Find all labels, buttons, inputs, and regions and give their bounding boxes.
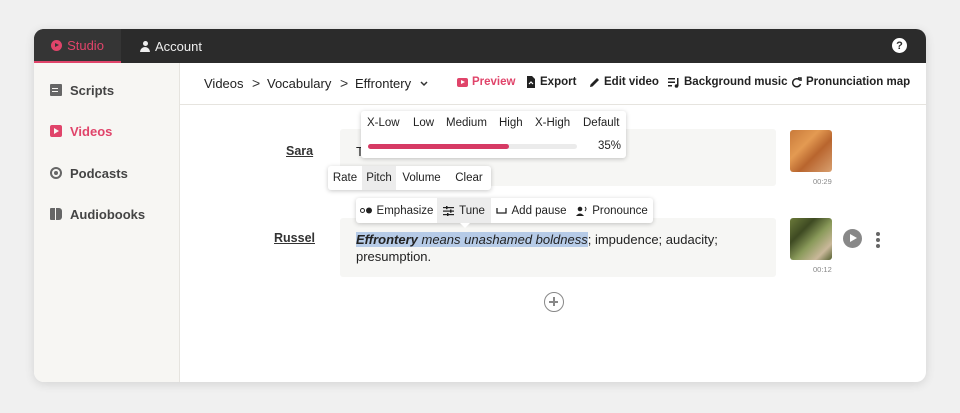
video-thumbnail-sara[interactable] [790,130,832,172]
tab-account[interactable]: Account [140,29,202,63]
sidebar: Scripts Videos Podcasts Audiobooks [34,63,180,382]
person-icon [140,40,150,52]
emphasize-label: Emphasize [376,204,434,217]
breadcrumb-vocabulary[interactable]: Vocabulary [267,76,331,91]
tab-clear[interactable]: Clear [447,166,491,190]
edit-video-label: Edit video [604,76,659,88]
sidebar-item-label: Scripts [70,82,115,98]
tab-pitch[interactable]: Pitch [362,166,396,190]
emphasize-button[interactable]: Emphasize [356,198,437,223]
sidebar-item-audiobooks[interactable]: Audiobooks [50,204,145,224]
podcast-icon [50,167,62,179]
sidebar-item-podcasts[interactable]: Podcasts [50,163,128,183]
tab-studio-label: Studio [67,37,104,53]
add-pause-label: Add pause [511,204,567,217]
selection-toolbar: Emphasize Tune Add pause Pronounce [356,198,653,223]
sidebar-item-label: Audiobooks [70,206,146,222]
sidebar-item-scripts[interactable]: Scripts [50,80,114,100]
sidebar-item-label: Podcasts [70,165,128,181]
sidebar-item-label: Videos [70,123,113,139]
pronunciation-map-label: Pronunciation map [806,76,911,88]
export-button[interactable]: Export [526,76,576,88]
duration-russel: 00:12 [813,265,832,274]
pronunciation-map-button[interactable]: Pronunciation map [791,76,910,88]
pronounce-button[interactable]: Pronounce [571,198,653,223]
play-icon[interactable] [843,229,862,248]
header-toolbar: Videos > Vocabulary > Effrontery Preview… [180,63,926,105]
refresh-icon [791,76,802,87]
duration-sara: 00:29 [813,177,832,186]
preview-label: Preview [472,76,516,88]
pitch-value: 35% [598,140,622,152]
background-music-button[interactable]: Background music [668,76,788,88]
tab-account-label: Account [155,38,202,54]
selected-text-bold: Effrontery [356,232,418,247]
selection-toolbar-caret [460,223,470,228]
question-circle-icon[interactable]: ? [892,38,907,53]
selected-text-italic: means unashamed boldness [417,232,588,247]
pronounce-label: Pronounce [592,204,648,217]
sidebar-item-videos[interactable]: Videos [50,121,112,141]
tune-label: Tune [459,204,485,217]
breadcrumb-videos[interactable]: Videos [204,76,244,91]
pencil-icon [590,77,599,87]
background-music-label: Background music [684,76,788,88]
preview-icon [457,77,468,87]
tune-tabs-popover: Rate Pitch Volume Clear [328,166,491,190]
pitch-slider-fill [368,144,510,149]
document-icon [50,84,62,96]
pitch-option-high[interactable]: High [499,117,523,129]
add-pause-button[interactable]: Add pause [491,198,571,223]
line-text-russel[interactable]: Effrontery means unashamed boldness; imp… [356,231,766,265]
pitch-level-popover: X-Low Low Medium High X-High Default 35% [361,111,626,158]
line-block-russel[interactable]: Effrontery means unashamed boldness; imp… [340,218,776,277]
tune-button[interactable]: Tune [437,198,491,223]
video-icon [50,125,62,137]
pitch-option-x-low[interactable]: X-Low [367,117,400,129]
studio-icon [51,39,63,51]
edit-video-button[interactable]: Edit video [589,76,659,88]
add-line-icon[interactable] [544,292,564,312]
tab-studio[interactable]: Studio [34,29,121,63]
pitch-option-x-high[interactable]: X-High [535,117,570,129]
top-bar: Studio Account ? [34,29,926,63]
video-thumbnail-russel[interactable] [790,218,832,260]
pitch-option-default[interactable]: Default [583,117,619,129]
tab-rate[interactable]: Rate [328,166,362,190]
breadcrumb-separator: > [340,75,349,91]
chevron-down-icon[interactable] [420,81,428,87]
speaking-person-icon [576,206,587,216]
preview-button[interactable]: Preview [457,76,515,88]
speaker-sara[interactable]: Sara [286,144,313,158]
sliders-icon [443,205,455,216]
speaker-russel[interactable]: Russel [274,231,315,245]
app-window: Studio Account ? Scripts Videos Podcasts… [34,29,926,382]
file-export-icon [527,76,535,88]
pitch-option-low[interactable]: Low [413,117,434,129]
selected-text[interactable]: Effrontery means unashamed boldness [356,232,588,247]
tab-volume[interactable]: Volume [396,166,447,190]
breadcrumb-effrontery[interactable]: Effrontery [355,76,411,91]
music-list-icon [668,77,679,88]
more-options-icon[interactable] [876,232,880,250]
pitch-slider[interactable] [368,144,577,149]
line-text-rest: ; impudence; audacity; [587,232,718,247]
line-text-rest-2: presumption. [356,249,432,264]
export-label: Export [540,76,577,88]
book-icon [50,208,62,220]
emphasize-icon [359,207,372,214]
pause-space-icon [495,207,507,214]
pitch-option-medium[interactable]: Medium [446,117,487,129]
breadcrumb-separator: > [252,75,261,91]
